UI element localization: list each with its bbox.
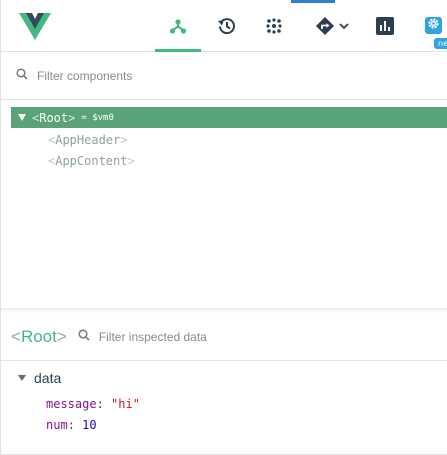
tree-node-appheader[interactable]: < AppHeader >: [11, 129, 447, 150]
route-sign-icon: [315, 16, 335, 36]
tag-open-bracket: <: [32, 110, 40, 125]
component-name: Root: [39, 110, 69, 125]
tag-close-bracket: >: [56, 326, 67, 346]
chevron-down-icon: [339, 22, 349, 30]
vue-logo: [19, 13, 51, 40]
property-key: num: [46, 418, 68, 432]
property-value: "hi": [111, 397, 140, 411]
bar-chart-icon: [376, 17, 394, 35]
tag-close-bracket: >: [120, 132, 128, 147]
history-icon: [217, 16, 237, 36]
new-badge: ne: [434, 38, 447, 49]
tab-components[interactable]: [155, 0, 201, 52]
components-tree-icon: [168, 16, 188, 36]
toolbar: ne: [1, 0, 447, 52]
component-name: AppHeader: [55, 132, 121, 147]
tab-timeline[interactable]: [204, 0, 250, 52]
tag-open-bracket: <: [11, 326, 21, 346]
tab-performance[interactable]: [362, 0, 408, 52]
component-name: AppContent: [55, 153, 128, 168]
dots-grid-icon: [264, 16, 284, 36]
inspected-data-filter-input[interactable]: [98, 329, 399, 344]
tag-open-bracket: <: [48, 153, 56, 168]
section-label: data: [34, 370, 62, 386]
property-value: 10: [82, 418, 97, 432]
vm-reference: = $vm0: [81, 112, 114, 123]
inspector-header: <Root>: [1, 313, 447, 361]
tab-routing[interactable]: [304, 0, 360, 52]
data-property-message[interactable]: message: "hi": [46, 397, 140, 413]
search-icon: [16, 67, 28, 85]
gear-icon: [427, 17, 440, 35]
property-key: message: [46, 397, 97, 411]
tag-open-bracket: <: [48, 132, 56, 147]
devtools-panel: ne < Root > = $vm0 < AppHeader > < AppCo…: [0, 0, 447, 455]
expand-toggle-icon[interactable]: [18, 114, 26, 121]
tag-close-bracket: >: [68, 110, 76, 125]
tag-close-bracket: >: [127, 153, 135, 168]
components-filter-bar: [1, 52, 447, 100]
data-property-num[interactable]: num: 10: [46, 418, 97, 434]
tree-node-appcontent[interactable]: < AppContent >: [11, 150, 447, 171]
inspected-component-title: <Root>: [11, 327, 67, 347]
collapse-triangle-icon: [18, 375, 26, 381]
settings-button[interactable]: [425, 17, 442, 34]
data-section-toggle[interactable]: data: [18, 369, 61, 387]
tab-vuex[interactable]: [251, 0, 297, 52]
component-name: Root: [20, 326, 57, 346]
tree-node-root[interactable]: < Root > = $vm0: [11, 107, 447, 128]
components-filter-input[interactable]: [37, 68, 337, 83]
search-icon: [78, 328, 90, 346]
